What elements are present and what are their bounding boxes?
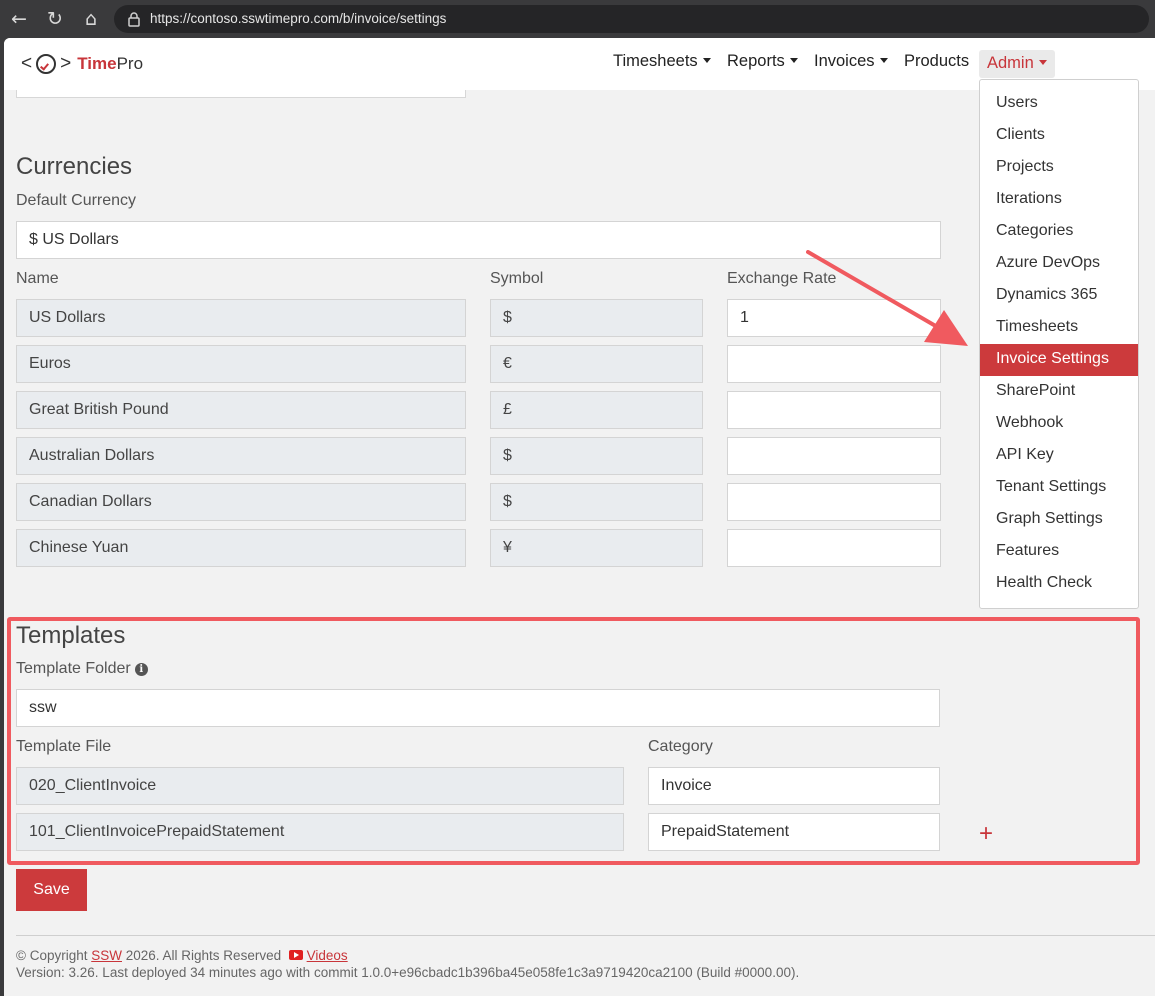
- exchange-rate-input[interactable]: [727, 483, 941, 521]
- admin-menu-item-dynamics-365[interactable]: Dynamics 365: [980, 280, 1138, 312]
- currency-name-field: Canadian Dollars: [16, 483, 466, 521]
- clock-icon: [36, 54, 57, 74]
- currency-symbol-field: €: [490, 345, 703, 383]
- nav-timesheets-label: Timesheets: [613, 52, 698, 70]
- copyright-suffix: 2026. All Rights Reserved: [122, 948, 282, 963]
- admin-menu-item-api-key[interactable]: API Key: [980, 440, 1138, 472]
- logo-bracket-right: >: [60, 53, 72, 74]
- copyright-prefix: © Copyright: [16, 948, 92, 963]
- nav-timesheets[interactable]: Timesheets: [613, 52, 711, 71]
- admin-menu-item-categories[interactable]: Categories: [980, 216, 1138, 248]
- currencies-heading: Currencies: [16, 153, 133, 180]
- caret-down-icon: [879, 58, 888, 63]
- currency-symbol-header: Symbol: [490, 270, 544, 287]
- admin-menu-item-features[interactable]: Features: [980, 536, 1138, 568]
- address-bar[interactable]: https://contoso.sswtimepro.com/b/invoice…: [114, 5, 1149, 33]
- admin-menu-item-users[interactable]: Users: [980, 88, 1138, 120]
- reload-icon[interactable]: ↻: [43, 7, 67, 31]
- admin-menu-item-projects[interactable]: Projects: [980, 152, 1138, 184]
- footer-version: Version: 3.26. Last deployed 34 minutes …: [16, 965, 800, 980]
- home-icon[interactable]: ⌂: [79, 7, 103, 31]
- previous-field[interactable]: [16, 90, 466, 98]
- exchange-rate-input[interactable]: [727, 529, 941, 567]
- currency-name-field: Chinese Yuan: [16, 529, 466, 567]
- footer-copyright: © Copyright SSW 2026. All Rights Reserve…: [16, 947, 1155, 964]
- admin-menu-item-azure-devops[interactable]: Azure DevOps: [980, 248, 1138, 280]
- logo-name-rest: Pro: [116, 54, 144, 73]
- admin-menu-item-graph-settings[interactable]: Graph Settings: [980, 504, 1138, 536]
- ssw-link[interactable]: SSW: [91, 948, 122, 963]
- default-currency-select[interactable]: $ US Dollars: [16, 221, 941, 259]
- browser-toolbar: ← ↻ ⌂ https://contoso.sswtimepro.com/b/i…: [0, 0, 1155, 38]
- admin-menu-item-invoice-settings[interactable]: Invoice Settings: [980, 344, 1138, 376]
- currency-name-field: Great British Pound: [16, 391, 466, 429]
- admin-menu-item-iterations[interactable]: Iterations: [980, 184, 1138, 216]
- admin-menu-item-timesheets[interactable]: Timesheets: [980, 312, 1138, 344]
- currency-symbol-field: ¥: [490, 529, 703, 567]
- currency-name-field: US Dollars: [16, 299, 466, 337]
- currency-name-field: Australian Dollars: [16, 437, 466, 475]
- site-info-icon[interactable]: [126, 11, 142, 27]
- exchange-rate-input[interactable]: [727, 437, 941, 475]
- caret-down-icon: [789, 58, 798, 63]
- currency-symbol-field: $: [490, 299, 703, 337]
- page: < > Time Pro Timesheets Reports Invoices …: [4, 38, 1155, 996]
- nav-reports[interactable]: Reports: [727, 52, 798, 71]
- currency-name-header: Name: [16, 270, 59, 287]
- admin-menu-item-sharepoint[interactable]: SharePoint: [980, 376, 1138, 408]
- currency-name-field: Euros: [16, 345, 466, 383]
- nav-admin[interactable]: Admin: [979, 50, 1055, 78]
- admin-menu-item-tenant-settings[interactable]: Tenant Settings: [980, 472, 1138, 504]
- caret-down-icon: [702, 58, 711, 63]
- footer: © Copyright SSW 2026. All Rights Reserve…: [16, 935, 1155, 981]
- timepro-logo[interactable]: < > Time Pro: [21, 51, 143, 77]
- nav-products[interactable]: Products: [904, 52, 969, 71]
- nav-reports-label: Reports: [727, 52, 785, 70]
- annotation-arrow-icon: [806, 250, 968, 346]
- admin-menu-item-clients[interactable]: Clients: [980, 120, 1138, 152]
- admin-dropdown-menu: Users Clients Projects Iterations Catego…: [979, 79, 1139, 609]
- currency-symbol-field: $: [490, 437, 703, 475]
- admin-menu-item-webhook[interactable]: Webhook: [980, 408, 1138, 440]
- caret-down-icon: [1038, 60, 1047, 65]
- save-button[interactable]: Save: [16, 869, 87, 911]
- exchange-rate-input[interactable]: [727, 345, 941, 383]
- nav-admin-label: Admin: [987, 54, 1034, 72]
- youtube-icon: [288, 950, 303, 960]
- url-text: https://contoso.sswtimepro.com/b/invoice…: [150, 11, 447, 26]
- videos-link[interactable]: Videos: [307, 948, 348, 963]
- back-icon[interactable]: ←: [7, 7, 31, 31]
- admin-menu-item-health-check[interactable]: Health Check: [980, 568, 1138, 600]
- nav-products-label: Products: [904, 52, 970, 70]
- currency-symbol-field: $: [490, 483, 703, 521]
- currency-symbol-field: £: [490, 391, 703, 429]
- logo-bracket-left: <: [21, 53, 33, 74]
- nav-invoices-label: Invoices: [814, 52, 875, 70]
- templates-highlight-box: [7, 617, 1140, 865]
- nav-invoices[interactable]: Invoices: [814, 52, 888, 71]
- exchange-rate-input[interactable]: [727, 391, 941, 429]
- default-currency-label: Default Currency: [16, 192, 137, 209]
- logo-name-accent: Time: [77, 54, 117, 73]
